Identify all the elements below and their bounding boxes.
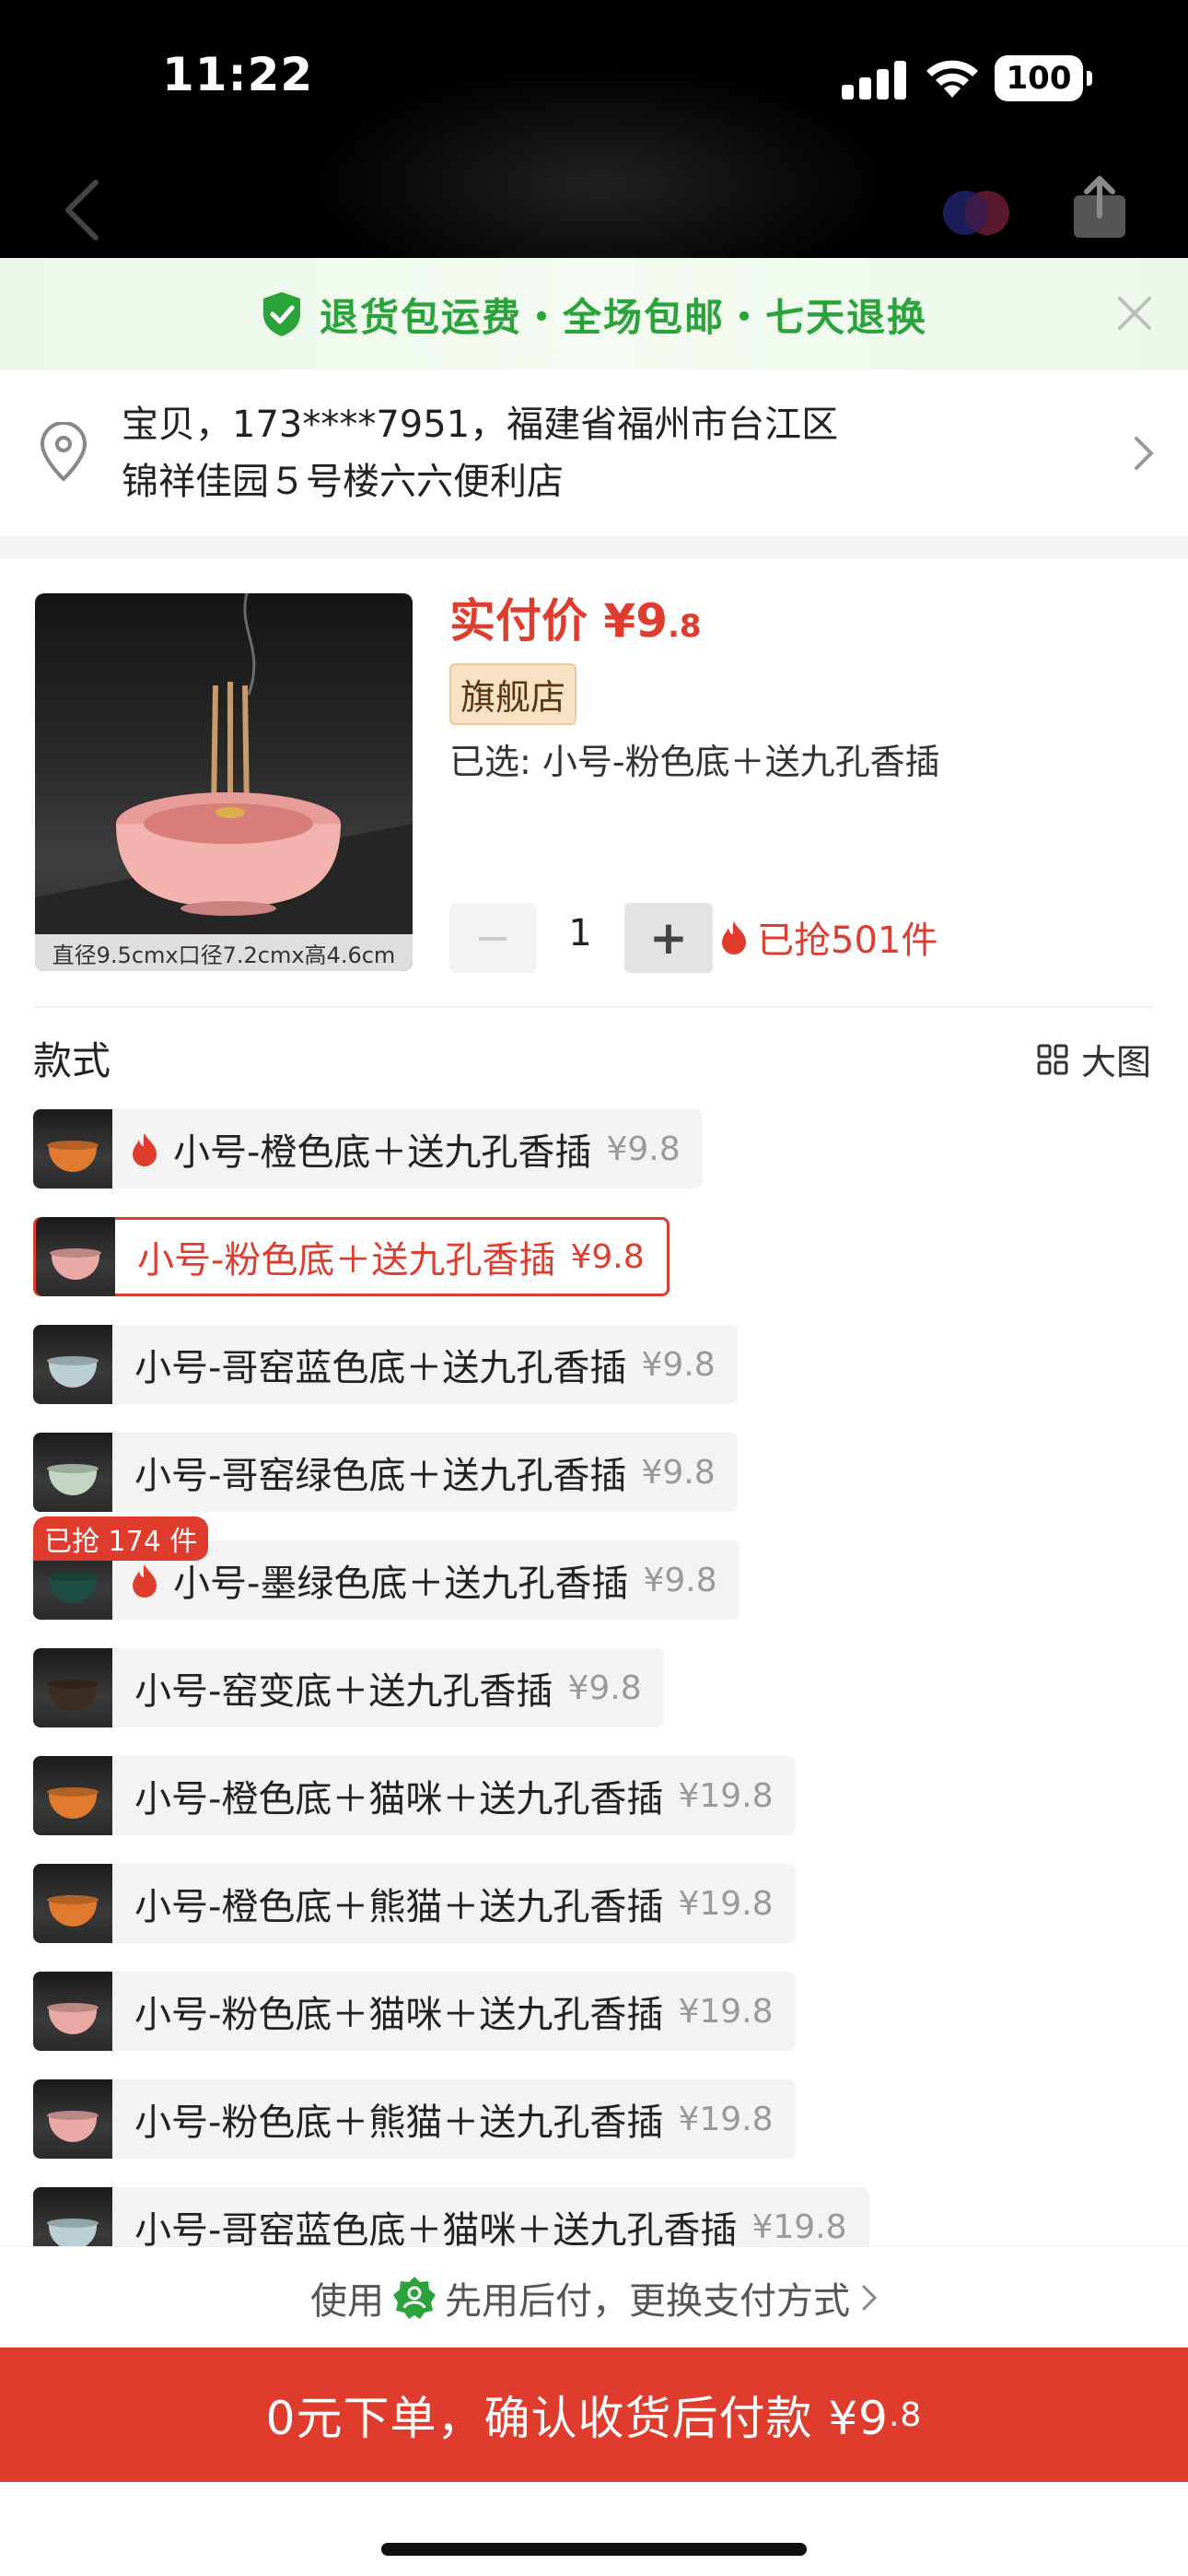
variant-thumbnail [33,1756,112,1835]
variant-option[interactable]: 小号-橙色底＋送九孔香插 ¥9.8 [33,1109,703,1188]
variant-name: 小号-哥窑蓝色底＋猫咪＋送九孔香插 [134,2209,738,2246]
actual-price: 实付价 ¥9.8 [449,594,702,648]
chevron-right-icon [862,2285,878,2310]
dimension-caption: 直径9.5cmx口径7.2cmx高4.6cm [35,934,413,971]
chevron-right-icon [1135,437,1154,470]
section-separator [0,536,1188,558]
variant-name: 小号-粉色底＋猫咪＋送九孔香插 [134,1994,664,2036]
variant-name: 小号-粉色底＋送九孔香插 [137,1239,556,1282]
variant-option[interactable]: 小号-橙色底＋熊猫＋送九孔香插 ¥19.8 [33,1864,796,1943]
style-section-title: 款式 [33,1038,111,1083]
pay-later-badge-icon [393,2276,436,2319]
quantity-decrease-button[interactable]: − [449,903,536,973]
flame-icon [133,1133,157,1166]
top-dark-header: 11:22 100 [0,0,1188,304]
address-line-2: 锦祥佳园５号楼六六便利店 [122,461,564,503]
address-text: 宝贝，173****7951，福建省福州市台江区 锦祥佳园５号楼六六便利店 [122,396,838,510]
variant-price: ¥9.8 [641,1345,716,1384]
variant-option[interactable]: 小号-哥窑蓝色底＋猫咪＋送九孔香插 ¥19.8 [33,2187,869,2246]
variant-thumbnail [33,1648,112,1727]
address-row[interactable]: 宝贝，173****7951，福建省福州市台江区 锦祥佳园５号楼六六便利店 [0,370,1188,536]
pay-later-prefix: 使用 [310,2279,384,2323]
variant-price: ¥19.8 [678,2100,774,2138]
variant-price: ¥9.8 [641,1453,716,1492]
wifi-icon [926,60,978,98]
variant-thumbnail [33,1433,112,1512]
incense-bowl-illustration [35,593,413,971]
grid-icon [1037,1044,1068,1074]
switch-toggle-icon[interactable] [941,184,1013,241]
quantity-increase-button[interactable]: + [624,903,713,973]
variant-price: ¥19.8 [751,2207,847,2246]
divider [35,1006,1153,1008]
location-pin-icon [40,422,87,482]
flame-icon [133,1564,157,1598]
variant-name: 小号-窑变底＋送九孔香插 [134,1670,553,1713]
shield-check-icon [262,292,300,336]
variant-name: 小号-橙色底＋送九孔香插 [173,1131,592,1174]
pay-later-text: 先用后付，更换支付方式 [445,2279,850,2323]
big-view-label: 大图 [1080,1042,1151,1083]
variant-name: 小号-橙色底＋熊猫＋送九孔香插 [134,1886,664,1928]
variant-thumbnail [33,1864,112,1943]
place-order-decimal: .8 [888,2395,923,2434]
variant-price: ¥9.8 [570,1237,645,1276]
variant-thumbnail [33,1972,112,2051]
flame-icon [722,921,746,954]
promo-banner: 退货包运费・全场包邮・七天退换 [0,258,1188,370]
variant-option[interactable]: 小号-橙色底＋猫咪＋送九孔香插 ¥19.8 [33,1756,796,1835]
quantity-value[interactable]: 1 [553,912,608,954]
address-line-1: 宝贝，173****7951，福建省福州市台江区 [122,404,839,446]
variant-price: ¥19.8 [678,1992,774,2031]
variant-thumbnail [33,2187,112,2246]
status-time: 11:22 [162,48,314,101]
battery-indicator: 100 [995,55,1092,101]
variant-name: 小号-哥窑蓝色底＋送九孔香插 [134,1347,627,1389]
sold-count-badge: 已抢 174 件 [33,1516,209,1561]
variant-price: ¥19.8 [678,1776,774,1815]
variant-option[interactable]: 小号-粉色底＋猫咪＋送九孔香插 ¥19.8 [33,1972,796,2051]
variant-option[interactable]: 小号-粉色底＋熊猫＋送九孔香插 ¥19.8 [33,2079,796,2159]
place-order-button[interactable]: 0元下单，确认收货后付款 ¥9.8 [0,2348,1188,2482]
close-icon[interactable] [1114,293,1155,334]
back-icon[interactable] [57,177,109,243]
share-icon[interactable] [1070,175,1129,241]
promo-text: 退货包运费・全场包邮・七天退换 [319,294,927,340]
variant-price: ¥19.8 [678,1884,774,1923]
variant-name: 小号-粉色底＋熊猫＋送九孔香插 [134,2102,664,2144]
variant-thumbnail [36,1217,115,1296]
sold-count-text: 已抢501件 [757,919,938,962]
flagship-store-tag: 旗舰店 [449,663,577,725]
variant-price: ¥9.8 [606,1130,681,1168]
variant-option[interactable]: 小号-粉色底＋送九孔香插 ¥9.8 [33,1217,670,1296]
place-order-label: 0元下单，确认收货后付款 ¥9 [265,2392,889,2445]
pay-later-bar[interactable]: 使用 先用后付，更换支付方式 [0,2246,1188,2348]
variant-list: 小号-橙色底＋送九孔香插 ¥9.8 小号-粉色底＋送九孔香插 ¥9.8 小号-哥窑蓝色底… [33,1109,1157,2246]
variant-price: ¥9.8 [643,1561,717,1599]
variant-option[interactable]: 小号-哥窑蓝色底＋送九孔香插 ¥9.8 [33,1325,738,1404]
variant-thumbnail [33,1325,112,1404]
variant-price: ¥9.8 [567,1669,642,1707]
variant-thumbnail [33,2079,112,2159]
selected-variant-text: 已选: 小号-粉色底＋送九孔香插 [449,742,940,782]
big-view-toggle[interactable]: 大图 [1037,1034,1151,1084]
variant-name: 小号-哥窑绿色底＋送九孔香插 [134,1455,627,1497]
sold-count: 已抢501件 [720,910,938,964]
variant-option[interactable]: 小号-哥窑绿色底＋送九孔香插 ¥9.8 [33,1433,738,1512]
variant-option[interactable]: 小号-窑变底＋送九孔香插 ¥9.8 [33,1648,664,1727]
variant-name: 小号-橙色底＋猫咪＋送九孔香插 [134,1778,664,1821]
product-image[interactable]: 直径9.5cmx口径7.2cmx高4.6cm [35,593,413,971]
variant-name: 小号-墨绿色底＋送九孔香插 [173,1563,629,1605]
signal-icon [842,59,906,100]
home-indicator[interactable] [381,2543,807,2556]
variant-thumbnail [33,1109,112,1188]
